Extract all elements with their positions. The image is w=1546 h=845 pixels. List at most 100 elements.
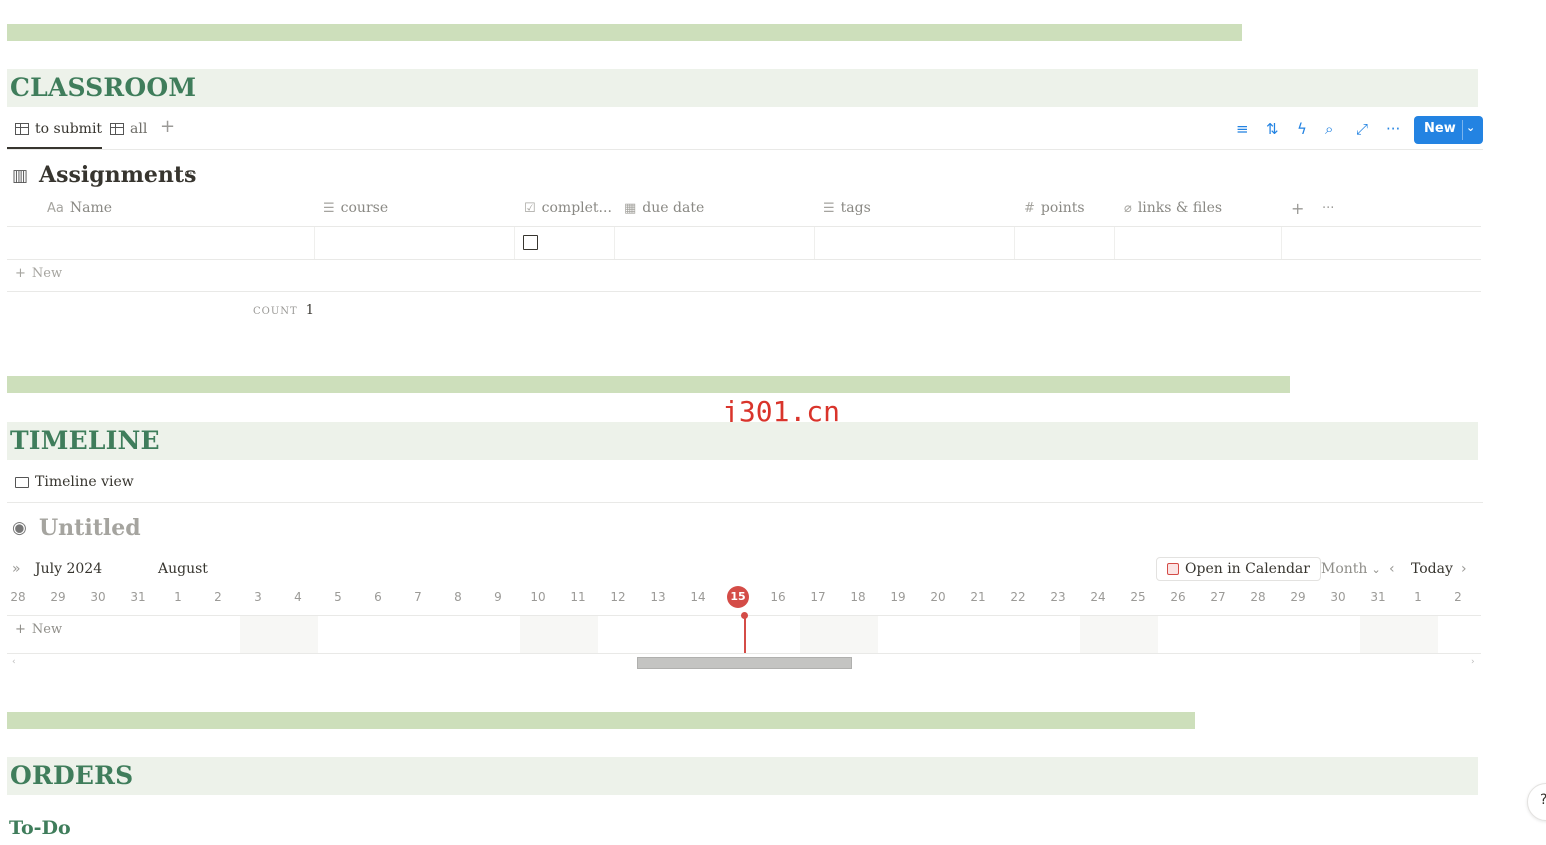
- column-name[interactable]: Aa Name: [47, 200, 112, 216]
- chevron-down-icon[interactable]: ⌄: [1466, 121, 1475, 134]
- today-dot: [741, 612, 748, 619]
- checkbox-icon: ☑: [524, 200, 536, 216]
- database-icon: ▥: [12, 166, 29, 186]
- orders-subtitle: To-Do: [9, 817, 71, 839]
- tab-to-submit[interactable]: to submit: [15, 121, 102, 137]
- current-month-label: July 2024: [35, 561, 103, 577]
- plus-icon: +: [15, 622, 26, 637]
- timeline-day-number: 2: [214, 590, 222, 604]
- timeline-header: TIMELINE: [7, 422, 1478, 460]
- timeline-day-number: 7: [414, 590, 422, 604]
- today-line: [744, 615, 746, 653]
- timeline-day-number: 10: [530, 590, 546, 604]
- collapse-sidebar-icon[interactable]: »: [12, 561, 21, 577]
- more-icon[interactable]: ···: [1386, 120, 1400, 138]
- automation-icon[interactable]: ϟ: [1297, 120, 1307, 138]
- open-in-calendar-button[interactable]: Open in Calendar: [1156, 557, 1321, 581]
- timeline-day-number: 25: [1130, 590, 1146, 604]
- timeline-day-number: 30: [90, 590, 106, 604]
- column-due-date[interactable]: ▦ due date: [624, 200, 704, 216]
- timeline-day-number: 14: [690, 590, 706, 604]
- next-month-label: August: [158, 561, 208, 577]
- help-button[interactable]: ?: [1527, 783, 1546, 821]
- timeline-day-number: 3: [254, 590, 262, 604]
- timeline-day-number: 20: [930, 590, 946, 604]
- expand-icon[interactable]: ⤢: [1356, 120, 1368, 138]
- add-column-button[interactable]: +: [1291, 199, 1304, 218]
- count-label: COUNT: [253, 306, 298, 317]
- search-icon[interactable]: ⌕: [1325, 120, 1333, 138]
- timeline-day-number: 27: [1210, 590, 1226, 604]
- timeline-day-number: 31: [1370, 590, 1386, 604]
- question-icon: ?: [1540, 792, 1546, 808]
- timeline-day-number: 24: [1090, 590, 1106, 604]
- timeline-db-title[interactable]: Untitled: [39, 515, 141, 541]
- timeline-day-number: 28: [10, 590, 26, 604]
- weekend-shade: [800, 616, 878, 653]
- timeline-day-number: 28: [1250, 590, 1266, 604]
- tab-timeline-view[interactable]: Timeline view: [15, 474, 134, 490]
- classroom-title: CLASSROOM: [10, 73, 197, 102]
- text-icon: Aa: [47, 200, 64, 216]
- plus-icon: +: [15, 266, 26, 281]
- column-tags[interactable]: ☰ tags: [823, 200, 871, 216]
- scale-dropdown[interactable]: Month ⌄: [1321, 561, 1381, 577]
- column-more-button[interactable]: ···: [1322, 201, 1334, 216]
- add-view-button[interactable]: +: [160, 116, 175, 137]
- completed-checkbox[interactable]: [523, 235, 538, 250]
- timeline-day-number: 22: [1010, 590, 1026, 604]
- timeline-icon: [15, 476, 29, 488]
- timeline-day-number: 1: [174, 590, 182, 604]
- tab-label: all: [130, 121, 148, 137]
- orders-header: ORDERS: [7, 757, 1478, 795]
- database-more-button[interactable]: ···: [184, 166, 197, 182]
- timeline-day-number: 13: [650, 590, 666, 604]
- scroll-left-arrow[interactable]: ‹: [12, 657, 16, 667]
- tab-label: to submit: [35, 121, 103, 137]
- timeline-day-number: 29: [50, 590, 66, 604]
- timeline-title: TIMELINE: [10, 426, 160, 455]
- timeline-day-number: 5: [334, 590, 342, 604]
- sort-icon[interactable]: ⇅: [1266, 120, 1279, 138]
- column-course[interactable]: ☰ course: [323, 200, 388, 216]
- timeline-day-number: 8: [454, 590, 462, 604]
- filter-icon[interactable]: ≡: [1236, 120, 1249, 138]
- timeline-day-number: 9: [494, 590, 502, 604]
- calendar-icon: ▦: [624, 200, 637, 216]
- timeline-day-number: 12: [610, 590, 626, 604]
- timeline-add-row-button[interactable]: + New: [15, 622, 62, 637]
- scroll-right-arrow[interactable]: ›: [1471, 657, 1475, 667]
- weekend-shade: [1080, 616, 1158, 653]
- timeline-day-number: 19: [890, 590, 906, 604]
- database-title[interactable]: Assignments: [39, 162, 196, 188]
- new-button-label: New: [1424, 121, 1456, 136]
- eye-icon: ◉: [12, 518, 27, 538]
- new-button[interactable]: New ⌄: [1414, 116, 1483, 144]
- add-row-button[interactable]: + New: [15, 266, 62, 281]
- timeline-day-number: 21: [970, 590, 986, 604]
- weekend-shade: [240, 616, 318, 653]
- column-completed[interactable]: ☑ complet...: [524, 200, 612, 216]
- timeline-day-number: 1: [1414, 590, 1422, 604]
- calendar-icon: [1167, 563, 1179, 575]
- prev-period-button[interactable]: ‹: [1389, 561, 1395, 577]
- chevron-down-icon: ⌄: [1371, 562, 1381, 576]
- table-icon: [110, 123, 124, 135]
- horizontal-scrollbar[interactable]: [637, 657, 852, 669]
- tab-all[interactable]: all: [110, 121, 147, 137]
- classroom-header: CLASSROOM: [7, 69, 1478, 107]
- table-icon: [15, 123, 29, 135]
- timeline-day-number: 29: [1290, 590, 1306, 604]
- column-links-files[interactable]: ⌀ links & files: [1124, 200, 1222, 216]
- count-footer[interactable]: COUNT 1: [253, 299, 314, 318]
- timeline-day-number: 4: [294, 590, 302, 604]
- timeline-day-number: 23: [1050, 590, 1066, 604]
- count-value: 1: [305, 303, 315, 318]
- next-period-button[interactable]: ›: [1461, 561, 1467, 577]
- section-divider: [7, 376, 1290, 393]
- weekend-shade: [1360, 616, 1438, 653]
- column-points[interactable]: # points: [1024, 200, 1085, 216]
- weekend-shade: [520, 616, 598, 653]
- today-button[interactable]: Today: [1411, 561, 1453, 577]
- timeline-day-number: 16: [770, 590, 786, 604]
